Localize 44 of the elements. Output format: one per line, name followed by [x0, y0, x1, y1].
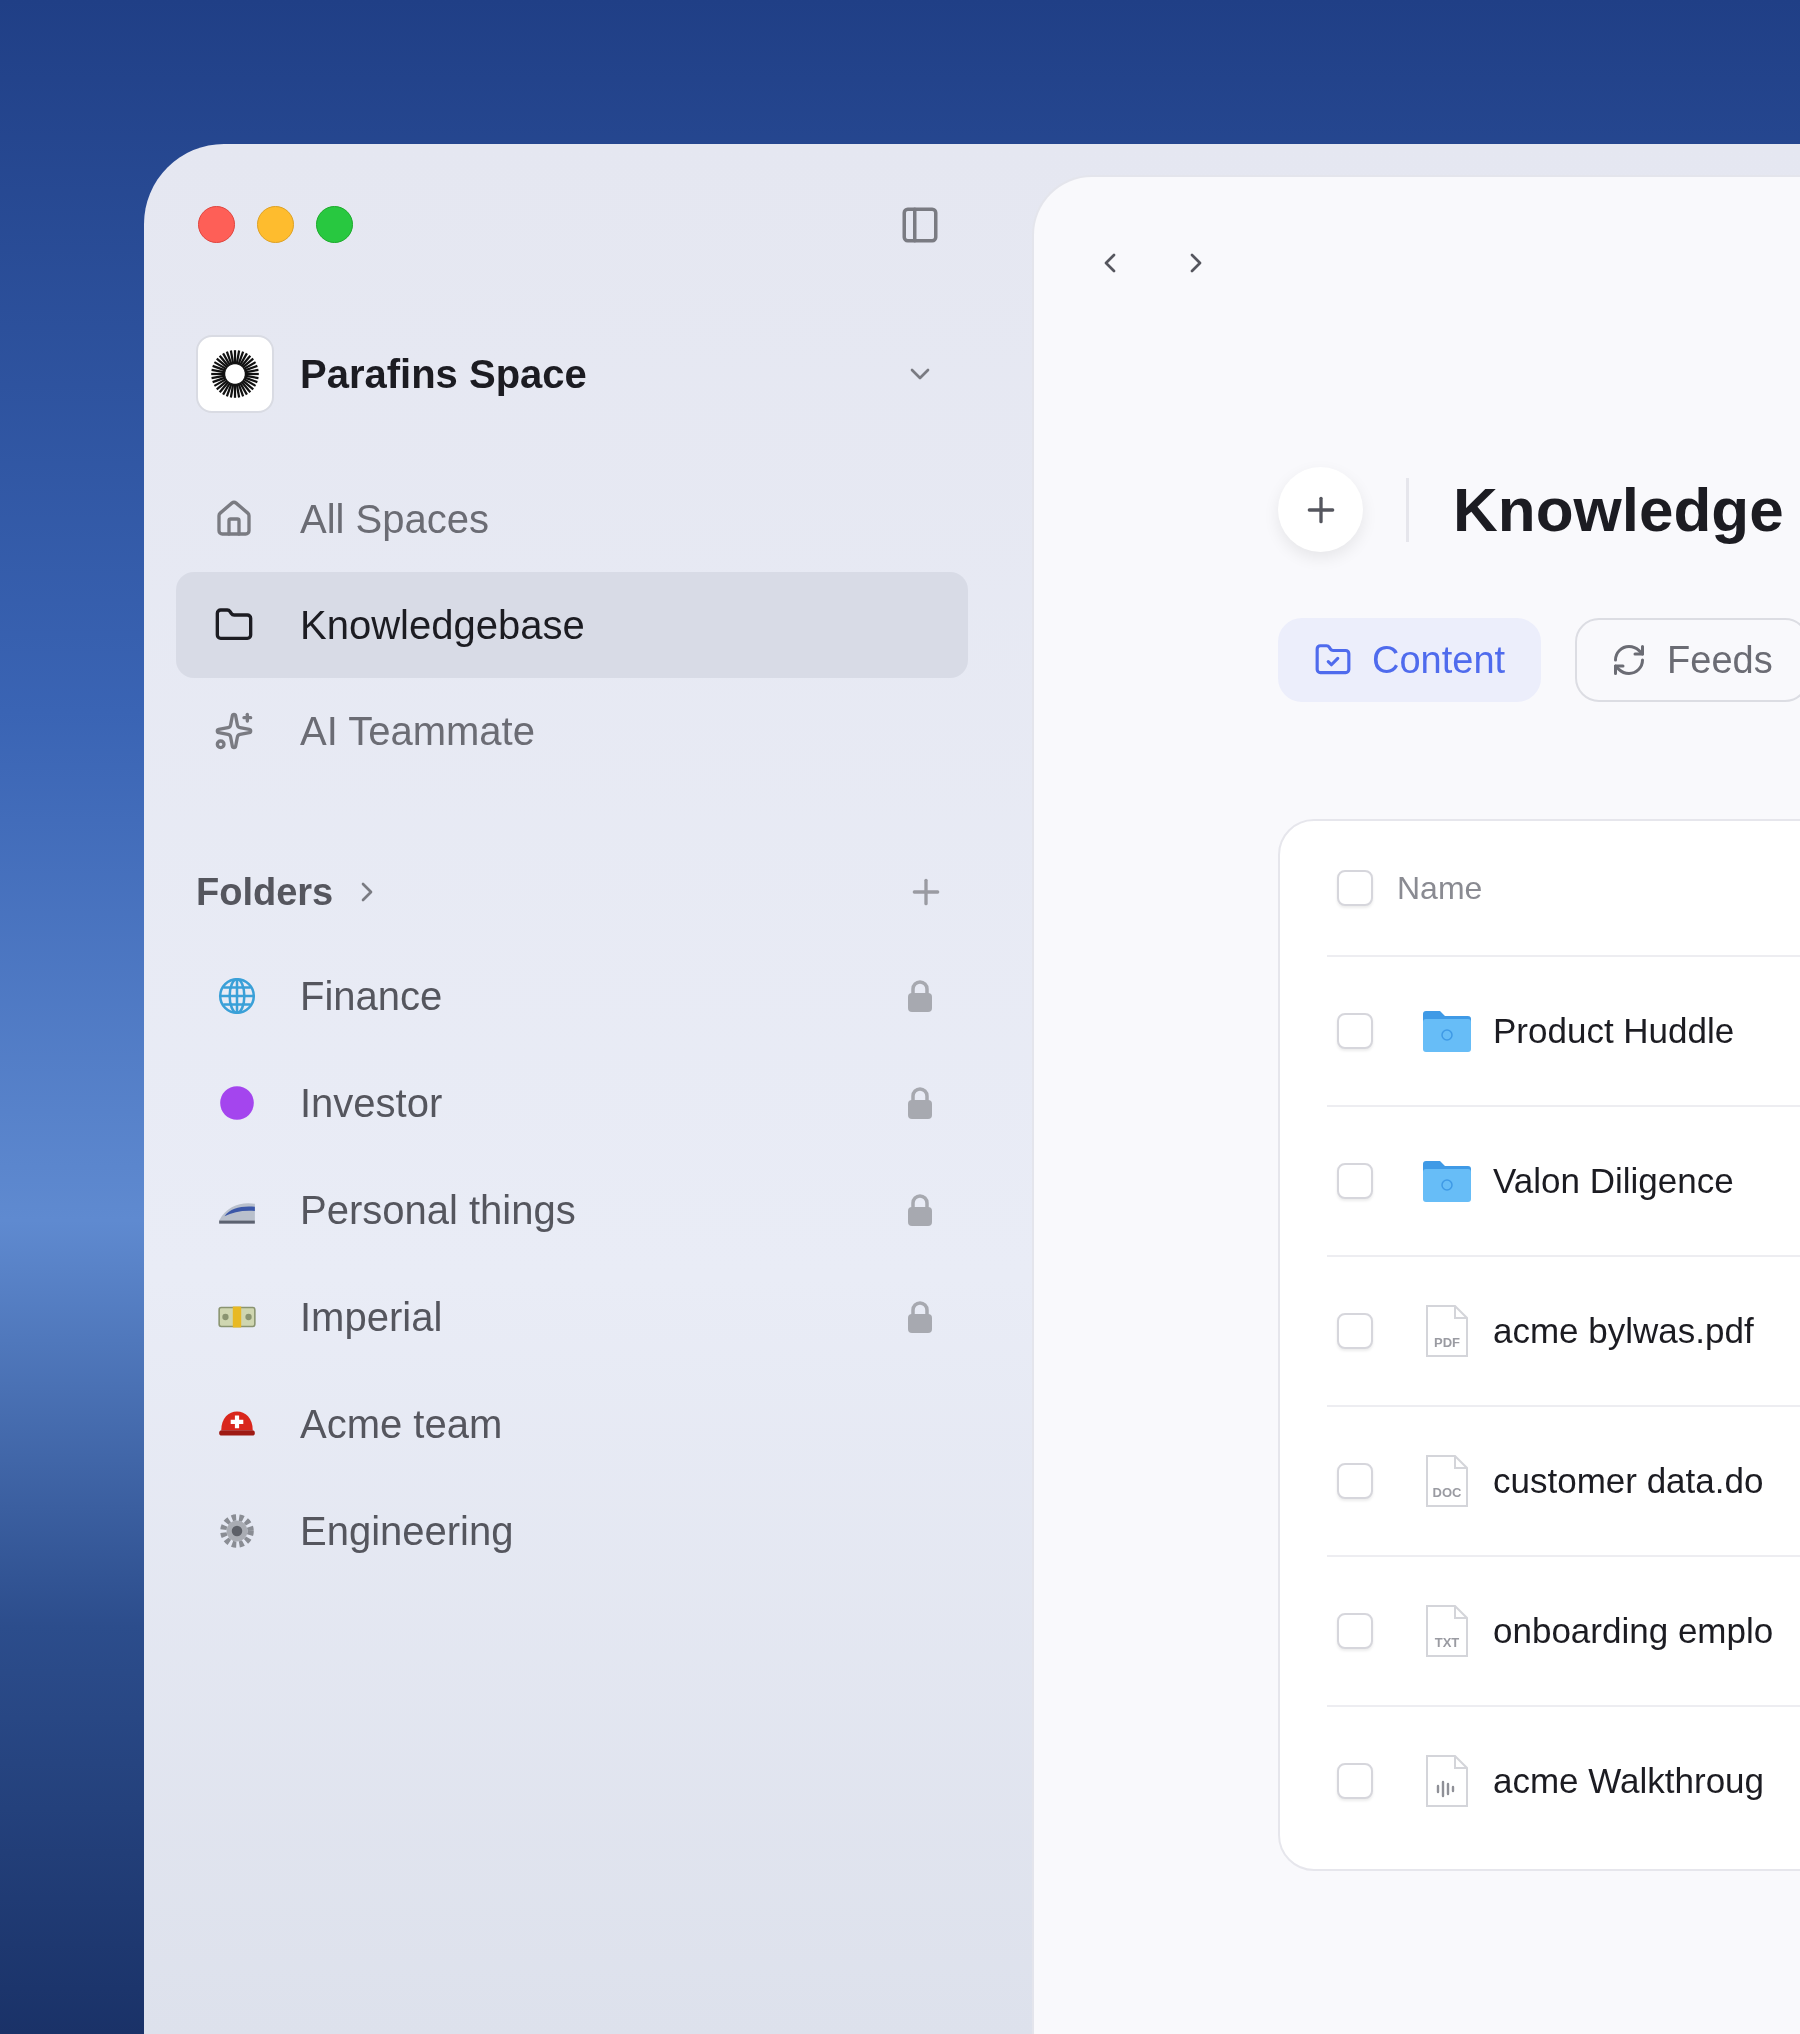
table-row[interactable]: DOC customer data.do: [1327, 1405, 1800, 1555]
audio-file-icon: [1424, 1753, 1470, 1809]
lock-icon: [906, 1299, 934, 1334]
workspace-switcher[interactable]: Parafins Space: [176, 335, 968, 413]
file-icon: DOC: [1424, 1453, 1470, 1509]
lock-icon: [906, 1085, 934, 1120]
checkbox[interactable]: [1337, 1613, 1373, 1649]
folder-icon: [1421, 1158, 1473, 1204]
folders-heading: Folders: [196, 869, 334, 915]
folder-item[interactable]: Finance: [176, 942, 968, 1049]
table-row[interactable]: PDF acme bylwas.pdf: [1327, 1255, 1800, 1405]
close-button[interactable]: [198, 206, 235, 243]
checkbox[interactable]: [1337, 870, 1373, 906]
column-header: Name: [1397, 869, 1483, 908]
lock-icon: [906, 1192, 934, 1227]
file-icon: TXT: [1424, 1603, 1470, 1659]
checkbox[interactable]: [1337, 1013, 1373, 1049]
maximize-button[interactable]: [316, 206, 353, 243]
checkbox[interactable]: [1337, 1163, 1373, 1199]
lock-icon: [906, 978, 934, 1013]
table-row[interactable]: Product Huddle: [1327, 955, 1800, 1105]
table-row[interactable]: acme Walkthroug: [1327, 1705, 1800, 1855]
nav-item[interactable]: AI Teammate: [176, 678, 968, 784]
checkbox[interactable]: [1337, 1463, 1373, 1499]
folder-item[interactable]: Engineering: [176, 1477, 968, 1584]
home-icon: [214, 499, 254, 539]
folder-item[interactable]: Acme team: [176, 1370, 968, 1477]
folder-item[interactable]: Investor: [176, 1049, 968, 1156]
checkbox[interactable]: [1337, 1763, 1373, 1799]
minimize-button[interactable]: [257, 206, 294, 243]
folder-icon: [1421, 1008, 1473, 1054]
folder-item[interactable]: Imperial: [176, 1263, 968, 1370]
file-icon: PDF: [1424, 1303, 1470, 1359]
checkbox[interactable]: [1337, 1313, 1373, 1349]
table-row[interactable]: Valon Diligence: [1327, 1105, 1800, 1255]
page-title: Knowledge: [1453, 474, 1784, 546]
nav-item[interactable]: Knowledgebase: [176, 572, 968, 678]
tab[interactable]: Content: [1278, 618, 1542, 702]
table-row[interactable]: TXT onboarding emplo: [1327, 1555, 1800, 1705]
tab[interactable]: Feeds: [1575, 618, 1800, 702]
nav-item[interactable]: All Spaces: [176, 466, 968, 572]
sparkles-icon: [214, 711, 254, 751]
workspace-name: Parafins Space: [300, 351, 587, 398]
folder-item[interactable]: Personal things: [176, 1156, 968, 1263]
